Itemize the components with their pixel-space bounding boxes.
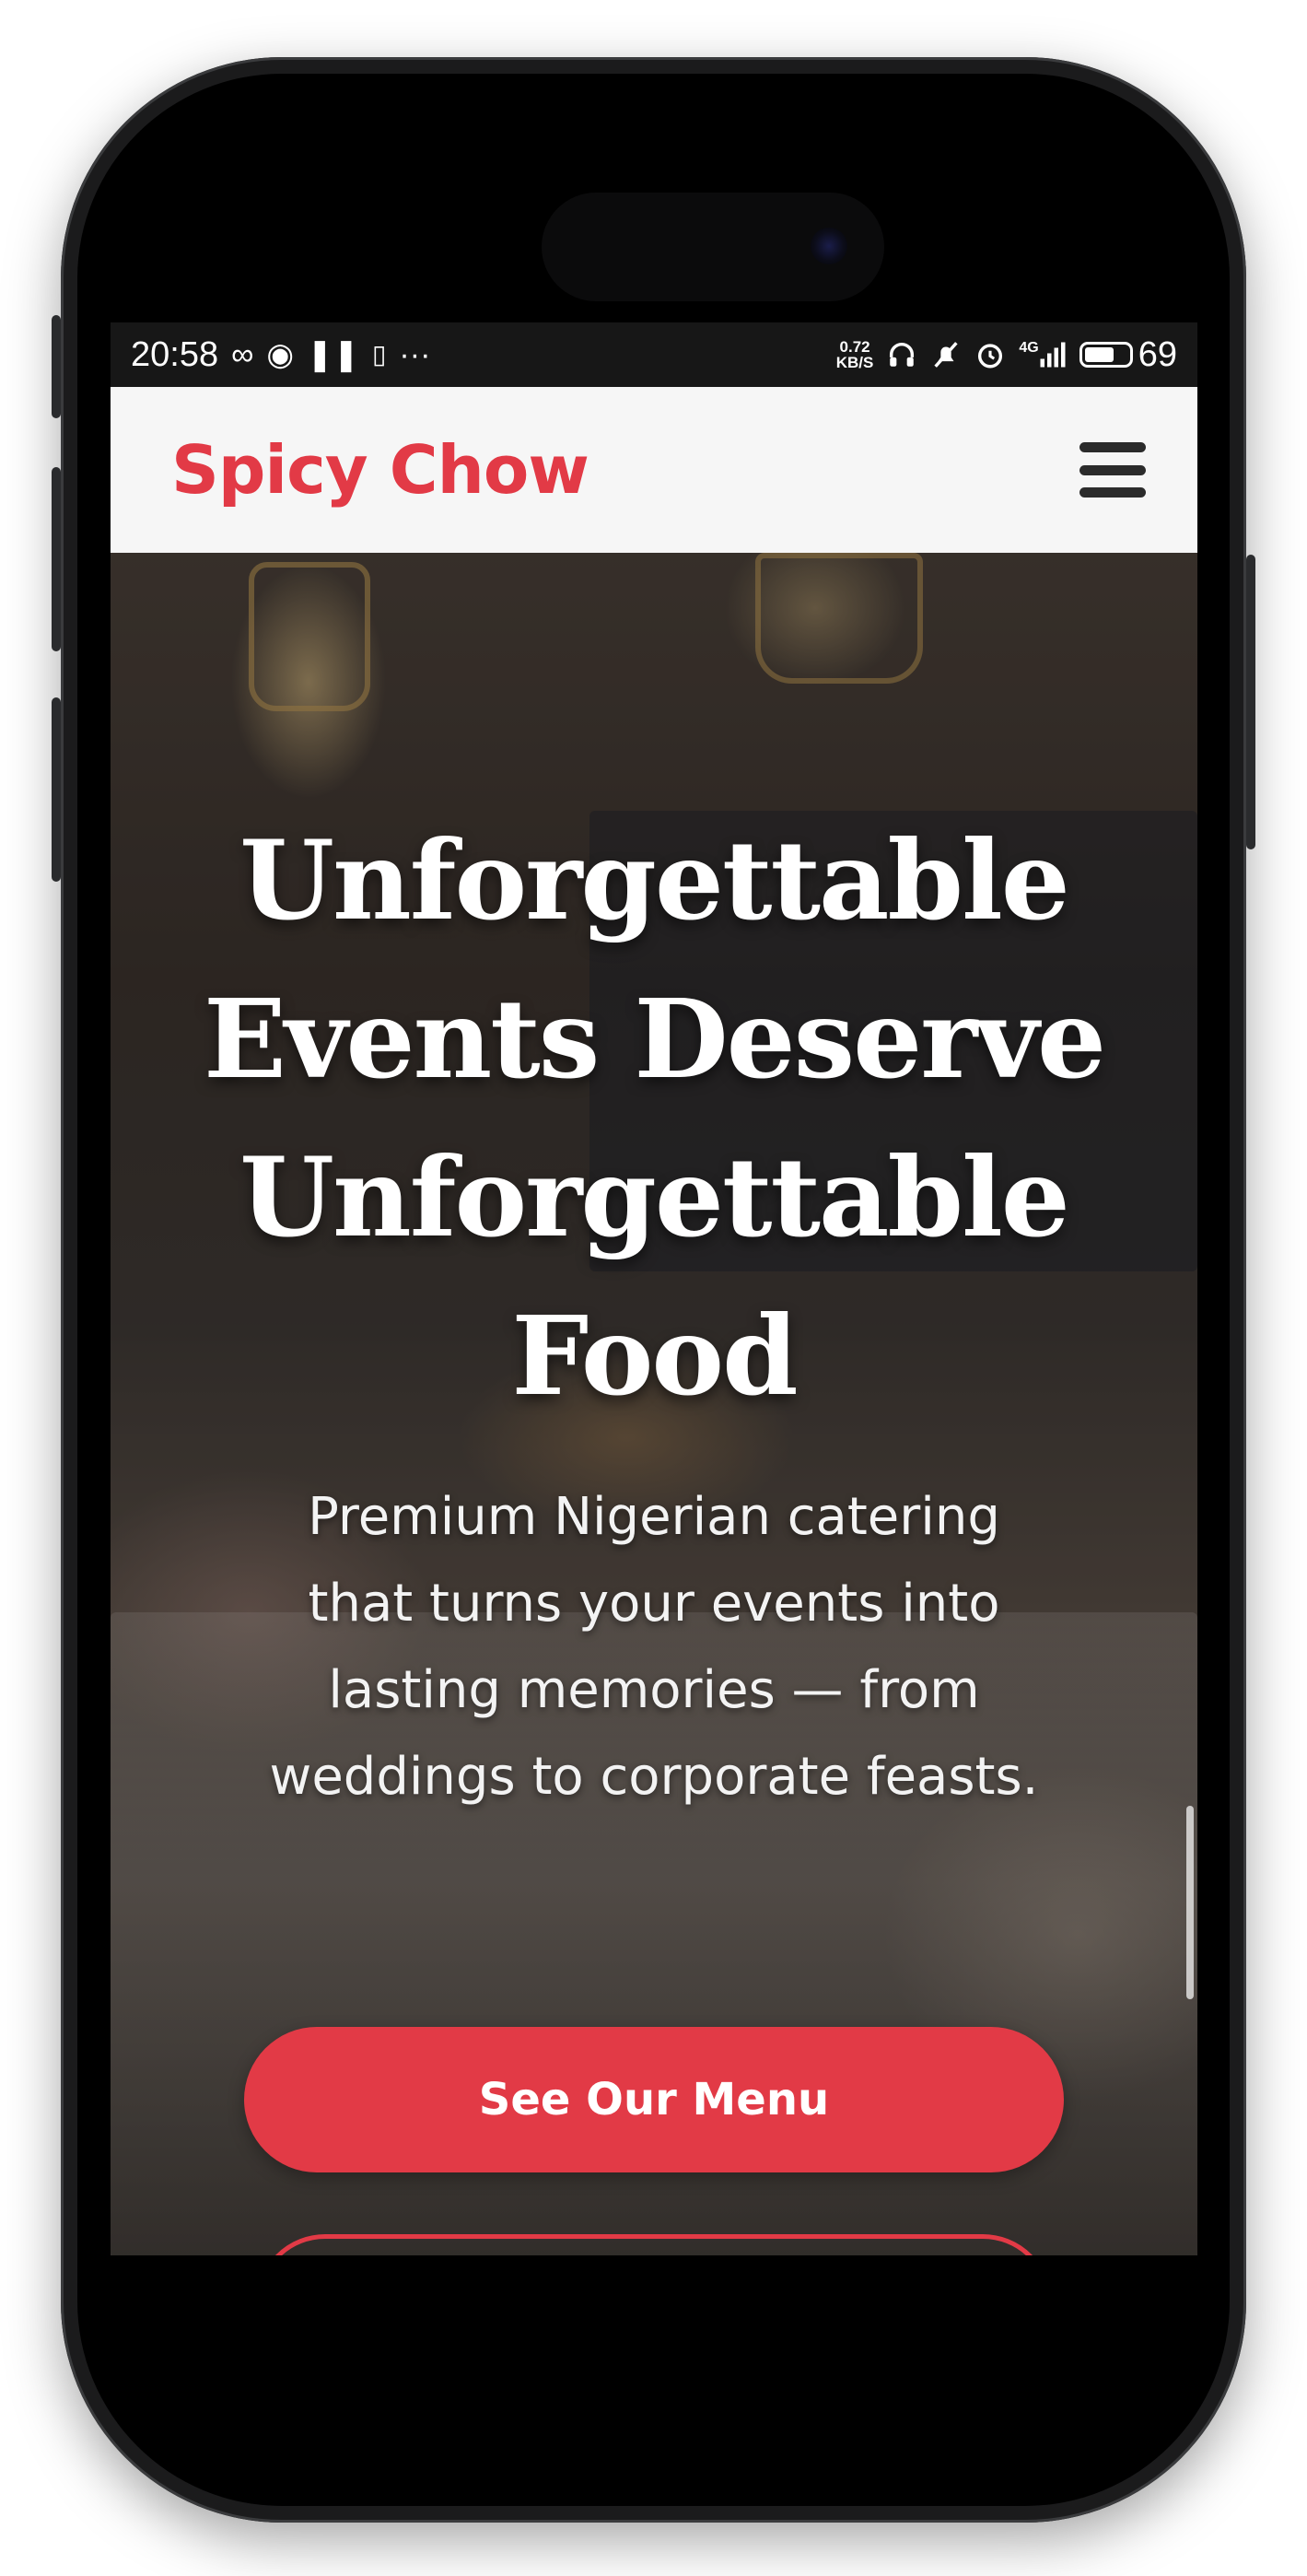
dynamic-island (542, 193, 884, 301)
status-bar: 20:58 ∞ ◉ ❚❚ ▯ ··· 0.72 KB/S 4G 69 (111, 322, 1197, 387)
menu-bar-top (1079, 442, 1146, 452)
power-button (1246, 555, 1255, 849)
front-camera-icon (811, 228, 847, 264)
network-speed-value: 0.72 (839, 338, 870, 356)
battery-icon (1079, 342, 1133, 368)
secondary-cta-button[interactable] (256, 2234, 1052, 2255)
more-dots-icon: ··· (399, 337, 431, 372)
volume-up-button (52, 467, 61, 651)
status-left-group: 20:58 ∞ ◉ ❚❚ ▯ ··· (131, 335, 430, 375)
network-speed: 0.72 KB/S (836, 339, 874, 370)
battery-indicator: 69 (1079, 335, 1177, 375)
alarm-icon (974, 339, 1006, 370)
status-right-group: 0.72 KB/S 4G 69 (836, 335, 1177, 375)
battery-fill (1084, 347, 1114, 362)
hero-title: Unforgettable Events Deserve Unforgettab… (203, 816, 1106, 1420)
see-our-menu-button[interactable]: See Our Menu (244, 2027, 1064, 2172)
status-time: 20:58 (131, 334, 219, 374)
hamburger-menu-icon[interactable] (1079, 442, 1146, 498)
hero-subtitle: Premium Nigerian catering that turns you… (269, 1487, 1039, 1807)
menu-bar-middle (1079, 464, 1146, 475)
site-header: Spicy Chow (111, 387, 1197, 553)
scrollbar-thumb[interactable] (1186, 1806, 1194, 1999)
volume-down-button (52, 697, 61, 882)
signal-4g-icon: 4G (1019, 341, 1066, 369)
muted-bell-icon (930, 339, 962, 370)
brand-logo[interactable]: Spicy Chow (171, 431, 589, 509)
hero-section: Unforgettable Events Deserve Unforgettab… (111, 553, 1197, 2255)
network-type-label: 4G (1019, 340, 1039, 356)
headphones-icon (886, 339, 917, 370)
menu-bar-bottom (1079, 487, 1146, 498)
action-button (52, 315, 61, 418)
network-speed-unit: KB/S (835, 354, 874, 371)
pause-icon: ❚❚ (307, 337, 359, 372)
infinity-icon: ∞ (231, 337, 254, 372)
phone-screen: 20:58 ∞ ◉ ❚❚ ▯ ··· 0.72 KB/S 4G 69 Spicy… (111, 322, 1197, 2255)
battery-level: 69 (1138, 334, 1177, 374)
sim-icon: ▯ (372, 340, 387, 369)
location-drop-icon: ◉ (266, 337, 295, 372)
